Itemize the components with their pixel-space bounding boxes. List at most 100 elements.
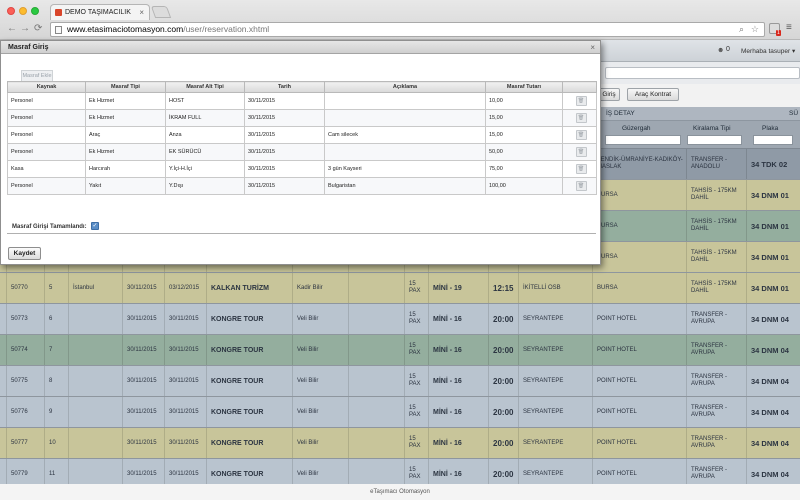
expense-row[interactable]: Personel Yakıt Y.Dışı 30/11/2015 Bulgaristan… xyxy=(7,177,597,195)
dialog-close-icon[interactable]: × xyxy=(590,41,595,54)
expense-column-header: Masraf Tutarı xyxy=(485,81,563,93)
cell-driver: Veli Bilir xyxy=(292,397,348,427)
expense-row[interactable]: Personel Ek Hizmet EK SÜRÜCÜ 30/11/2015 50,0… xyxy=(7,143,597,161)
expense-row[interactable]: Personel Ek Hizmet HOST 30/11/2015 10,00 🗑 xyxy=(7,92,597,110)
cell-type: TAHSİS - 175KM DAHİL xyxy=(686,211,746,241)
cell-to: POINT HOTEL xyxy=(592,304,686,334)
expense-row[interactable]: Personel Araç Anza 30/11/2015 Cam silecek 15,… xyxy=(7,126,597,144)
expense-cell-desc xyxy=(324,109,486,127)
new-tab-button[interactable] xyxy=(150,6,172,18)
cell-to: BURSA xyxy=(592,180,686,210)
cell-company: KONGRE TOUR xyxy=(206,428,292,458)
separator-line xyxy=(7,233,596,234)
table-row[interactable]: 50773 6 30/11/2015 30/11/2015 KONGRE TOUR Vel… xyxy=(0,304,800,335)
tab-close-icon[interactable]: × xyxy=(139,5,144,20)
dialog-title: Masraf Giriş xyxy=(8,44,49,51)
url-path: /user/reservation.xhtml xyxy=(183,24,270,34)
reload-icon[interactable]: ⟳ xyxy=(34,22,42,36)
user-icon[interactable]: ☻ xyxy=(717,47,724,54)
route-filter-input[interactable] xyxy=(605,135,681,145)
forward-icon[interactable]: → xyxy=(20,22,30,36)
giris-button[interactable]: Giriş xyxy=(598,88,620,101)
favicon-icon xyxy=(55,9,62,16)
minimize-window-icon[interactable] xyxy=(19,7,27,15)
cell-no: 8 xyxy=(44,366,68,396)
cell-date2: 30/11/2015 xyxy=(164,397,206,427)
cell-date2: 30/11/2015 xyxy=(164,428,206,458)
plate-filter-input[interactable] xyxy=(753,135,793,145)
cell-to: POINT HOTEL xyxy=(592,366,686,396)
cell-driver: Kadir Bilir xyxy=(292,273,348,303)
cell-type: TAHSİS - 175KM DAHİL xyxy=(686,273,746,303)
table-row[interactable]: 50770 5 İstanbul 30/11/2015 03/12/2015 KALKAN… xyxy=(0,273,800,304)
cell-vehicle: MİNİ - 16 xyxy=(428,304,488,334)
save-button[interactable]: Kaydet xyxy=(8,247,41,260)
user-greeting-menu[interactable]: Merhaba tasuper ▾ xyxy=(741,47,795,55)
maximize-window-icon[interactable] xyxy=(31,7,39,15)
expense-cell-type: Ek Hizmet xyxy=(85,109,166,127)
delete-icon[interactable]: 🗑 xyxy=(575,164,587,174)
expense-cell-type: Araç xyxy=(85,126,166,144)
expense-cell-subtype: Anza xyxy=(165,126,245,144)
cell-time: 20:00 xyxy=(488,366,518,396)
expense-column-header: Kaynak xyxy=(7,81,86,93)
expense-cell-source: Personel xyxy=(7,177,86,195)
cell-type: TRANSFER - AVRUPA xyxy=(686,428,746,458)
tab-title: DEMO TAŞIMACILIK xyxy=(65,9,131,16)
expense-column-header: Tarih xyxy=(244,81,325,93)
search-icon[interactable]: ⌕ xyxy=(739,23,744,36)
delete-icon[interactable]: 🗑 xyxy=(575,96,587,106)
expense-complete-checkbox[interactable]: ✓ xyxy=(91,222,99,230)
expense-row[interactable]: Personel Ek Hizmet İKRAM FULL 30/11/2015 15,… xyxy=(7,109,597,127)
expense-cell-desc: Cam silecek xyxy=(324,126,486,144)
arac-kontrat-button[interactable]: Araç Kontrat xyxy=(627,88,679,101)
bookmark-star-icon[interactable]: ☆ xyxy=(751,23,759,36)
cell-no: 5 xyxy=(44,273,68,303)
add-expense-button[interactable]: Masraf Ekle xyxy=(21,70,53,81)
expense-row[interactable]: Kasa Harcırah Y.İçi-H.İçi 30/11/2015 3 gün K… xyxy=(7,160,597,178)
cell-id: 50776 xyxy=(6,397,44,427)
back-icon[interactable]: ← xyxy=(7,22,17,36)
rent-type-filter-input[interactable] xyxy=(687,135,742,145)
cell-date2: 03/12/2015 xyxy=(164,273,206,303)
expense-cell-type: Yakıt xyxy=(85,177,166,195)
expense-cell-source: Personel xyxy=(7,92,86,110)
address-bar[interactable]: www.etasimaciotomasyon.com/user/reservat… xyxy=(50,22,765,37)
table-row[interactable]: 50774 7 30/11/2015 30/11/2015 KONGRE TOUR Vel… xyxy=(0,335,800,366)
cell-id: 50777 xyxy=(6,428,44,458)
expense-cell-amount: 15,00 xyxy=(485,126,563,144)
cell-driver: Veli Bilir xyxy=(292,428,348,458)
cell-city: İstanbul xyxy=(68,273,122,303)
cell-plate: 34 DNM 04 xyxy=(746,428,800,458)
cell-date2: 30/11/2015 xyxy=(164,304,206,334)
cell-driver: Veli Bilir xyxy=(292,304,348,334)
delete-icon[interactable]: 🗑 xyxy=(575,147,587,157)
table-row[interactable]: 50775 8 30/11/2015 30/11/2015 KONGRE TOUR Vel… xyxy=(0,366,800,397)
filter-input[interactable] xyxy=(605,67,800,79)
delete-icon[interactable]: 🗑 xyxy=(575,130,587,140)
cell-plate: 34 DNM 01 xyxy=(746,273,800,303)
cell-vehicle: MİNİ - 16 xyxy=(428,366,488,396)
table-row[interactable]: 50777 10 30/11/2015 30/11/2015 KONGRE TOUR Ve… xyxy=(0,428,800,459)
cell-no: 10 xyxy=(44,428,68,458)
browser-tab[interactable]: DEMO TAŞIMACILIK × xyxy=(50,4,150,20)
delete-icon[interactable]: 🗑 xyxy=(575,181,587,191)
cell-city xyxy=(68,335,122,365)
table-row[interactable]: 50776 9 30/11/2015 30/11/2015 KONGRE TOUR Vel… xyxy=(0,397,800,428)
cell-date1: 30/11/2015 xyxy=(122,397,164,427)
cell-date1: 30/11/2015 xyxy=(122,273,164,303)
expense-cell-subtype: EK SÜRÜCÜ xyxy=(165,143,245,161)
cell-type: TAHSİS - 175KM DAHİL xyxy=(686,242,746,272)
cell-id: 50773 xyxy=(6,304,44,334)
expense-cell-desc: 3 gün Kayseri xyxy=(324,160,486,178)
cell-vehicle: MİNİ - 16 xyxy=(428,428,488,458)
delete-icon[interactable]: 🗑 xyxy=(575,113,587,123)
expense-column-header: Masraf Tipi xyxy=(85,81,166,93)
close-window-icon[interactable] xyxy=(7,7,15,15)
cell-empty xyxy=(348,335,404,365)
cell-date1: 30/11/2015 xyxy=(122,428,164,458)
cell-type: TRANSFER - AVRUPA xyxy=(686,304,746,334)
browser-menu-icon[interactable]: ≡ xyxy=(786,22,792,33)
group-header-last: SÜ xyxy=(789,110,799,117)
group-header-detail: İŞ DETAY xyxy=(606,110,635,117)
